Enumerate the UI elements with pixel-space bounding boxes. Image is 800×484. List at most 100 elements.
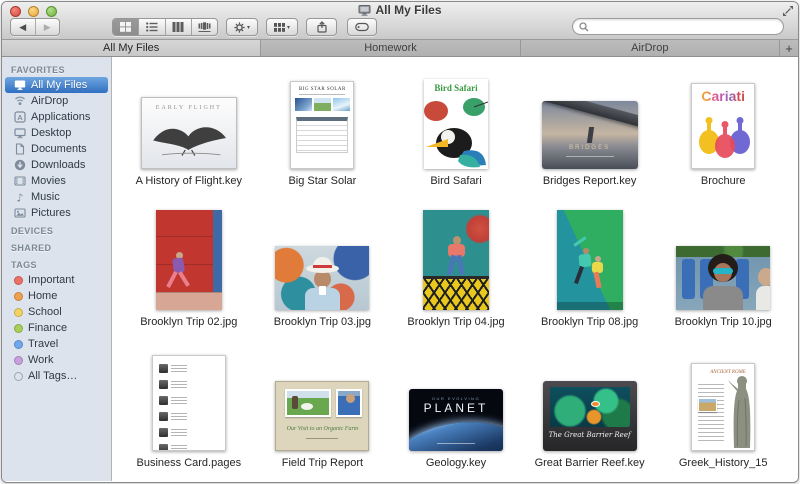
new-tab-button[interactable]: +: [780, 40, 798, 56]
tab-airdrop[interactable]: AirDrop: [521, 40, 780, 56]
keynote-thumbnail: EARLY FLIGHT: [141, 97, 237, 169]
sidebar-item-downloads[interactable]: Downloads: [5, 157, 108, 173]
file-name: Bird Safari: [430, 175, 481, 187]
tag-dot-green: [14, 324, 23, 333]
tag-dot-yellow: [14, 308, 23, 317]
sidebar-item-pictures[interactable]: Pictures: [5, 205, 108, 221]
file-item[interactable]: EARLY FLIGHT A History of Flight.key: [122, 59, 256, 200]
search-icon: [579, 22, 589, 32]
action-menu-button[interactable]: ▾: [226, 18, 258, 36]
film-icon: [14, 175, 26, 187]
sidebar: FAVORITES All My Files AirDrop A Applica…: [2, 57, 112, 481]
main-area: FAVORITES All My Files AirDrop A Applica…: [2, 57, 798, 481]
sidebar-item-all-my-files[interactable]: All My Files: [5, 77, 108, 93]
tab-all-my-files[interactable]: All My Files: [2, 40, 261, 56]
sidebar-tag-travel[interactable]: Travel: [5, 336, 108, 352]
grid-view-icon: [120, 22, 131, 32]
file-name: Business Card.pages: [137, 457, 242, 469]
photo-thumbnail: [156, 210, 222, 310]
icon-view-button[interactable]: [113, 19, 139, 35]
birds-art: [424, 95, 488, 169]
statue-art: [722, 370, 752, 450]
file-item[interactable]: Brooklyn Trip 08.jpg: [523, 200, 657, 341]
file-name: Brooklyn Trip 03.jpg: [274, 316, 371, 328]
sidebar-tag-finance[interactable]: Finance: [5, 320, 108, 336]
tag-dot-purple: [14, 356, 23, 365]
photo-thumbnail: [557, 210, 623, 310]
sidebar-item-airdrop[interactable]: AirDrop: [5, 93, 108, 109]
file-item[interactable]: Our Visit to an Organic Farm Field Trip …: [256, 341, 390, 482]
list-view-button[interactable]: [139, 19, 165, 35]
sidebar-section-devices: DEVICES: [2, 221, 111, 238]
back-button[interactable]: ◀: [11, 19, 36, 35]
file-item[interactable]: BIG STAR SOLAR Big Star Solar: [256, 59, 390, 200]
bird-engraving: [150, 114, 230, 162]
sidebar-tag-all-tags[interactable]: All Tags…: [5, 368, 108, 384]
file-item[interactable]: BRIDGES Bridges Report.key: [523, 59, 657, 200]
forward-button[interactable]: ▶: [36, 19, 60, 35]
thumbnail: EARLY FLIGHT: [141, 59, 237, 169]
file-item[interactable]: ANCIENT ROME Greek_History_15: [656, 341, 790, 482]
sidebar-section-favorites: FAVORITES: [2, 60, 111, 77]
column-view-button[interactable]: [166, 19, 192, 35]
tab-homework[interactable]: Homework: [261, 40, 520, 56]
file-item[interactable]: Brooklyn Trip 03.jpg: [256, 200, 390, 341]
coverflow-view-button[interactable]: [192, 19, 217, 35]
search-input[interactable]: [593, 21, 777, 33]
sidebar-tag-work[interactable]: Work: [5, 352, 108, 368]
report-thumbnail: Our Visit to an Organic Farm: [275, 381, 369, 451]
airdrop-icon: [14, 95, 26, 107]
document-icon: [14, 143, 26, 155]
file-name: Great Barrier Reef.key: [535, 457, 645, 469]
fullscreen-icon[interactable]: [782, 5, 794, 17]
photo-thumbnail: [275, 246, 369, 310]
sidebar-item-desktop[interactable]: Desktop: [5, 125, 108, 141]
download-icon: [14, 159, 26, 171]
file-name: Brooklyn Trip 02.jpg: [140, 316, 237, 328]
sidebar-tag-important[interactable]: Important: [5, 272, 108, 288]
file-name: Brochure: [701, 175, 746, 187]
coverflow-view-icon: [198, 22, 211, 32]
sidebar-tag-school[interactable]: School: [5, 304, 108, 320]
computer-icon: [14, 79, 26, 91]
photo-icon: [14, 207, 26, 219]
file-item[interactable]: Brooklyn Trip 02.jpg: [122, 200, 256, 341]
book-cover-thumbnail: Bird Safari: [424, 79, 488, 169]
sidebar-item-movies[interactable]: Movies: [5, 173, 108, 189]
chevron-down-icon: ▾: [247, 24, 250, 31]
file-item[interactable]: Brooklyn Trip 04.jpg: [389, 200, 523, 341]
view-mode-control: [112, 18, 218, 36]
file-item[interactable]: OUR EVOLVING PLANET Geology.key: [389, 341, 523, 482]
titlebar: All My Files ◀ ▶ ▾ ▾: [2, 2, 798, 39]
arrange-menu-button[interactable]: ▾: [266, 18, 298, 36]
file-grid: EARLY FLIGHT A History of Flight.key BIG…: [112, 57, 798, 481]
thumbnail: The Great Barrier Reef: [543, 341, 637, 451]
search-field: [572, 18, 784, 35]
file-item[interactable]: Bird Safari Bird Safari: [389, 59, 523, 200]
thumbnail: BIG STAR SOLAR: [290, 59, 354, 169]
tags-button[interactable]: [347, 18, 377, 36]
file-item[interactable]: Brooklyn Trip 10.jpg: [656, 200, 790, 341]
keynote-thumbnail: OUR EVOLVING PLANET: [409, 389, 503, 451]
tag-dot-all: [14, 372, 23, 381]
sidebar-item-documents[interactable]: Documents: [5, 141, 108, 157]
photo-thumbnail: [423, 210, 489, 310]
thumbnail: Bird Safari: [424, 59, 488, 169]
file-item[interactable]: Business Card.pages: [122, 341, 256, 482]
thumbnail: [275, 200, 369, 310]
share-icon: [316, 21, 328, 33]
file-item[interactable]: The Great Barrier Reef Great Barrier Ree…: [523, 341, 657, 482]
share-button[interactable]: [306, 18, 337, 36]
file-item[interactable]: Cariati Brochure: [656, 59, 790, 200]
sidebar-item-applications[interactable]: A Applications: [5, 109, 108, 125]
thumbnail: Cariati: [691, 59, 755, 169]
file-name: Geology.key: [426, 457, 486, 469]
sidebar-tag-home[interactable]: Home: [5, 288, 108, 304]
thumbnail: OUR EVOLVING PLANET: [409, 341, 503, 451]
arrange-icon: [274, 23, 285, 32]
sidebar-item-music[interactable]: ♪ Music: [5, 189, 108, 205]
gear-icon: [234, 22, 245, 33]
thumbnail: BRIDGES: [542, 59, 638, 169]
tag-dot-red: [14, 276, 23, 285]
desktop-icon: [14, 127, 26, 139]
